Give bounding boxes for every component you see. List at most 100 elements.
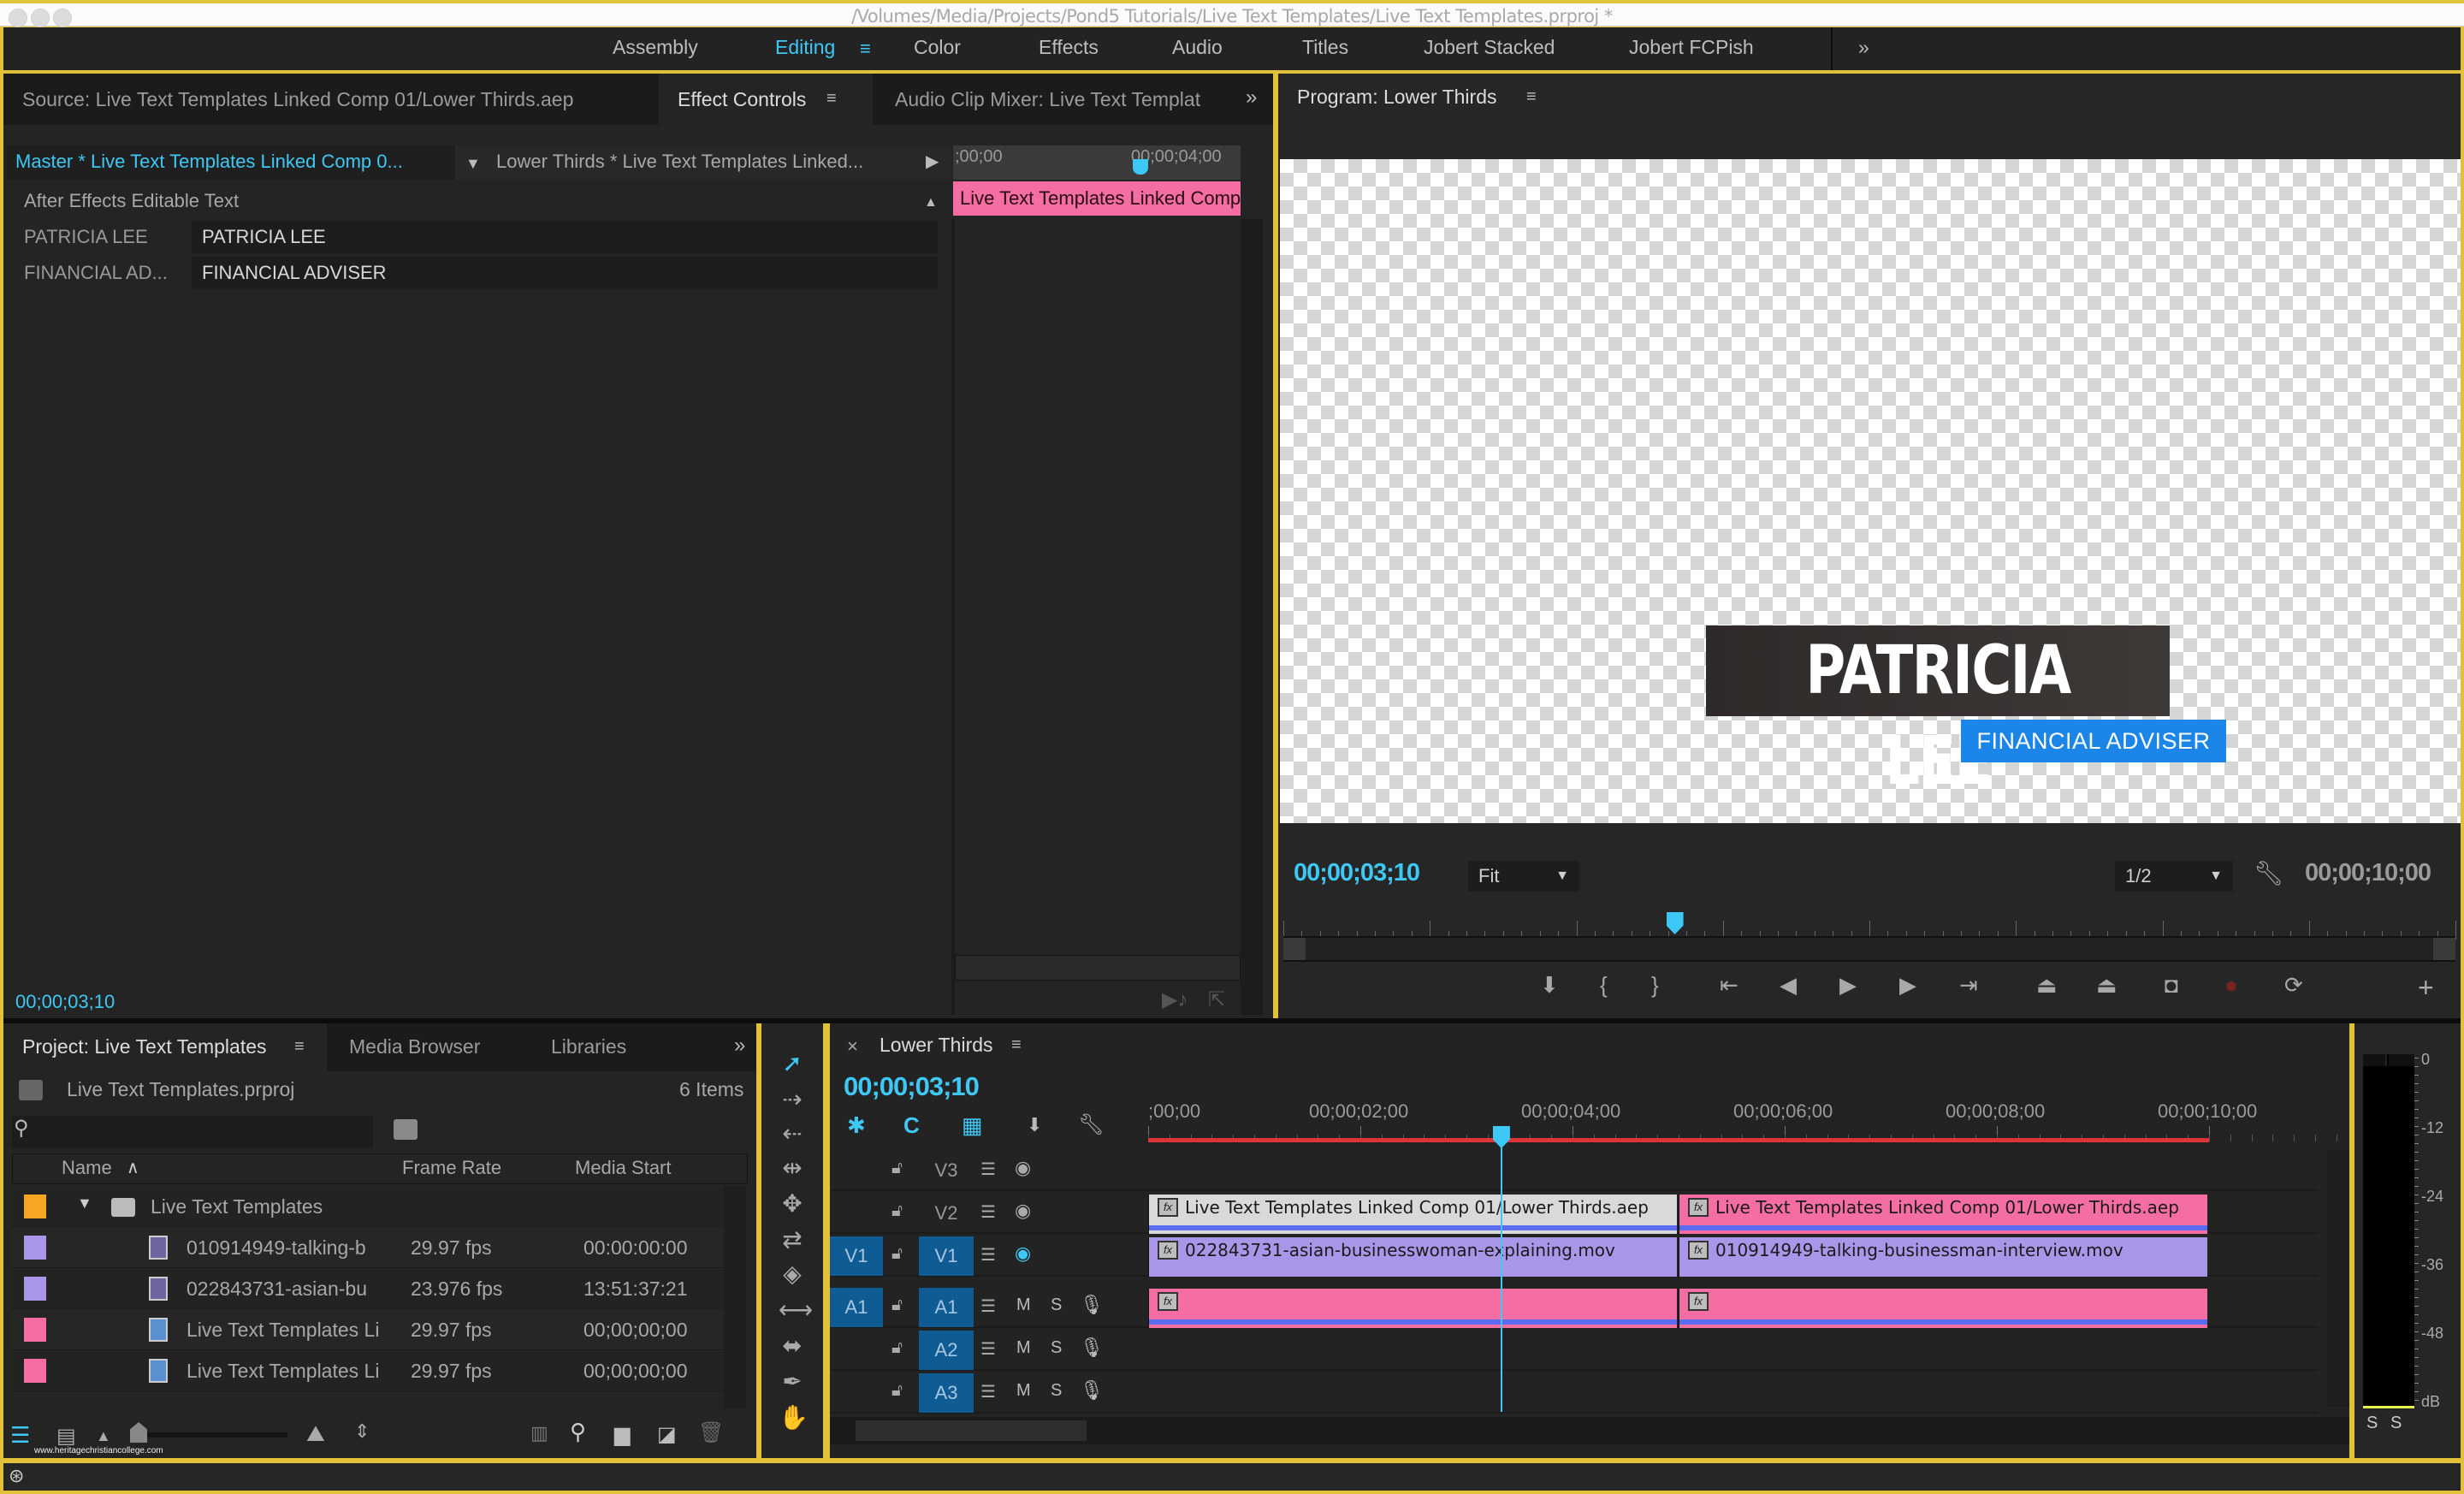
workspace-menu-icon[interactable]: ≡: [860, 38, 871, 60]
workspace-color[interactable]: Color: [914, 36, 961, 59]
lock-icon[interactable]: 🔓︎: [891, 1201, 903, 1221]
record-button[interactable]: ●: [2224, 972, 2238, 999]
tab-media-browser[interactable]: Media Browser: [349, 1035, 480, 1058]
item-name[interactable]: Live Text Templates Li: [187, 1309, 379, 1350]
program-timecode[interactable]: 00;00;03;10: [1294, 859, 1420, 887]
field-value-title[interactable]: FINANCIAL ADVISER: [202, 257, 387, 289]
eye-icon[interactable]: ◉: [1015, 1157, 1031, 1179]
automate-to-sequence-icon[interactable]: ▥: [530, 1422, 548, 1444]
lock-icon[interactable]: 🔓︎: [891, 1159, 903, 1178]
list-item[interactable]: 010914949-talking-b 29.97 fps 00:00:00:00: [12, 1227, 724, 1268]
expand-triangle-icon[interactable]: ▼: [77, 1195, 92, 1212]
find-in-bin-icon[interactable]: [394, 1119, 418, 1140]
hand-icon[interactable]: ✋: [779, 1403, 808, 1432]
clip-dropdown-icon[interactable]: ▼: [465, 147, 481, 180]
source-patch-v1[interactable]: V1: [830, 1236, 883, 1276]
project-overflow-icon[interactable]: »: [734, 1034, 745, 1058]
label-color-swatch[interactable]: [24, 1195, 46, 1218]
fx-badge-icon[interactable]: fx: [1158, 1198, 1178, 1217]
mute-button[interactable]: M: [1016, 1295, 1031, 1315]
voiceover-mic-icon[interactable]: 🎙︎: [1080, 1379, 1104, 1402]
timeline-playhead[interactable]: [1492, 1126, 1510, 1148]
export-frame-button[interactable]: ◘: [2165, 972, 2178, 999]
tab-source[interactable]: Source: Live Text Templates Linked Comp …: [3, 74, 645, 125]
timeline-clip[interactable]: fx: [1679, 1289, 2207, 1328]
list-item[interactable]: Live Text Templates Li 29.97 fps 00;00;00;…: [12, 1309, 724, 1350]
list-view-icon[interactable]: ☰: [10, 1422, 30, 1449]
workspace-jobert-stacked[interactable]: Jobert Stacked: [1424, 36, 1555, 59]
mute-button[interactable]: M: [1016, 1338, 1031, 1358]
play-audio-icon[interactable]: ▶♪: [1162, 987, 1188, 1012]
selection-tool-icon[interactable]: ➚: [779, 1049, 806, 1077]
list-item[interactable]: 022843731-asian-bu 23.976 fps 13:51:37:21: [12, 1268, 724, 1309]
sync-lock-icon[interactable]: ☰: [980, 1201, 996, 1223]
sort-icon[interactable]: ⇕: [354, 1420, 370, 1443]
project-search-input[interactable]: [12, 1116, 373, 1148]
mini-playhead[interactable]: [1133, 159, 1148, 175]
icon-view-icon[interactable]: ▤: [56, 1424, 76, 1449]
panel-menu-icon[interactable]: ≡: [826, 89, 837, 109]
play-button[interactable]: ▶: [1839, 972, 1857, 999]
add-marker-button[interactable]: ⬇: [1540, 972, 1559, 999]
collapse-section-icon[interactable]: ▲: [924, 187, 938, 219]
fx-badge-icon[interactable]: fx: [1688, 1241, 1709, 1260]
rate-stretch-icon[interactable]: ⇄: [779, 1225, 806, 1254]
sequence-tab[interactable]: Lower Thirds: [880, 1034, 993, 1057]
timeline-clip[interactable]: fx 010914949-talking-businessman-intervie…: [1679, 1237, 2207, 1277]
program-zoom-scrollbar[interactable]: [1283, 936, 2455, 962]
vertical-scrollbar[interactable]: [1241, 219, 1263, 1015]
list-item[interactable]: ▼ Live Text Templates: [12, 1186, 724, 1227]
track-lane-a3[interactable]: [1146, 1372, 2319, 1414]
mark-out-button[interactable]: }: [1651, 972, 1659, 999]
workspace-audio[interactable]: Audio: [1172, 36, 1223, 59]
track-target-a2[interactable]: A2: [919, 1331, 974, 1370]
add-button[interactable]: +: [2418, 972, 2434, 1004]
tab-project[interactable]: Project: Live Text Templates: [22, 1035, 267, 1058]
new-bin-icon[interactable]: ▆: [614, 1422, 630, 1447]
track-target-a1[interactable]: A1: [919, 1288, 974, 1327]
eye-icon[interactable]: ◉: [1015, 1242, 1031, 1265]
settings-wrench-icon[interactable]: 🔧︎: [2254, 859, 2284, 887]
label-color-swatch[interactable]: [24, 1277, 46, 1301]
nest-toggle-icon[interactable]: ✱: [847, 1112, 866, 1139]
sort-ascending-icon[interactable]: ∧: [127, 1157, 139, 1178]
program-menu-icon[interactable]: ≡: [1526, 87, 1537, 107]
column-name[interactable]: Name: [62, 1157, 112, 1179]
solo-button[interactable]: S: [1051, 1295, 1062, 1315]
mini-clip[interactable]: Live Text Templates Linked Comp 01/Lower…: [953, 181, 1241, 216]
track-target-v3[interactable]: V3: [919, 1151, 974, 1190]
solo-button[interactable]: S: [1051, 1381, 1062, 1401]
tab-libraries[interactable]: Libraries: [551, 1035, 626, 1058]
slider-handle[interactable]: [130, 1422, 147, 1443]
close-sequence-icon[interactable]: ×: [847, 1035, 858, 1058]
timeline-ruler[interactable]: ;00;00 00;00;02;00 00;00;04;00 00;00;06;00 0…: [1148, 1100, 2464, 1143]
tab-audio-clip-mixer[interactable]: Audio Clip Mixer: Live Text Templat: [876, 74, 1227, 125]
rolling-edit-icon[interactable]: ✥: [779, 1189, 806, 1218]
mark-in-button[interactable]: {: [1600, 972, 1608, 999]
fx-badge-icon[interactable]: fx: [1158, 1292, 1178, 1311]
sync-lock-icon[interactable]: ☰: [980, 1338, 996, 1360]
workspace-effects[interactable]: Effects: [1039, 36, 1099, 59]
sync-lock-icon[interactable]: ☰: [980, 1295, 996, 1317]
workspace-overflow-icon[interactable]: »: [1858, 36, 1869, 59]
creative-cloud-icon[interactable]: ⊛: [9, 1465, 24, 1487]
timeline-vertical-scrollbar[interactable]: [2327, 1150, 2349, 1407]
thumbnail-size-slider[interactable]: [133, 1432, 287, 1438]
master-clip-label[interactable]: Master * Live Text Templates Linked Comp…: [15, 145, 403, 178]
item-name[interactable]: Live Text Templates Li: [187, 1350, 379, 1391]
list-item[interactable]: Live Text Templates Li 29.97 fps 00;00;00;…: [12, 1350, 724, 1391]
label-color-swatch[interactable]: [24, 1359, 46, 1383]
find-icon[interactable]: ⚲: [570, 1419, 586, 1445]
step-back-button[interactable]: ◀: [1780, 972, 1797, 999]
mute-button[interactable]: M: [1016, 1381, 1031, 1401]
item-name[interactable]: Live Text Templates: [151, 1186, 323, 1227]
clip-label[interactable]: Lower Thirds * Live Text Templates Linke…: [496, 145, 863, 178]
work-area-bar[interactable]: [1148, 1138, 2209, 1142]
label-color-swatch[interactable]: [24, 1318, 46, 1342]
workspace-jobert-fcpish[interactable]: Jobert FCPish: [1629, 36, 1754, 59]
timeline-clip[interactable]: fx: [1148, 1289, 1677, 1328]
timeline-horizontal-scrollbar[interactable]: [830, 1417, 2349, 1444]
item-name[interactable]: 010914949-talking-b: [187, 1227, 366, 1268]
project-menu-icon[interactable]: ≡: [294, 1037, 305, 1057]
track-area[interactable]: fx Live Text Templates Linked Comp 01/Low…: [1146, 1150, 2319, 1414]
